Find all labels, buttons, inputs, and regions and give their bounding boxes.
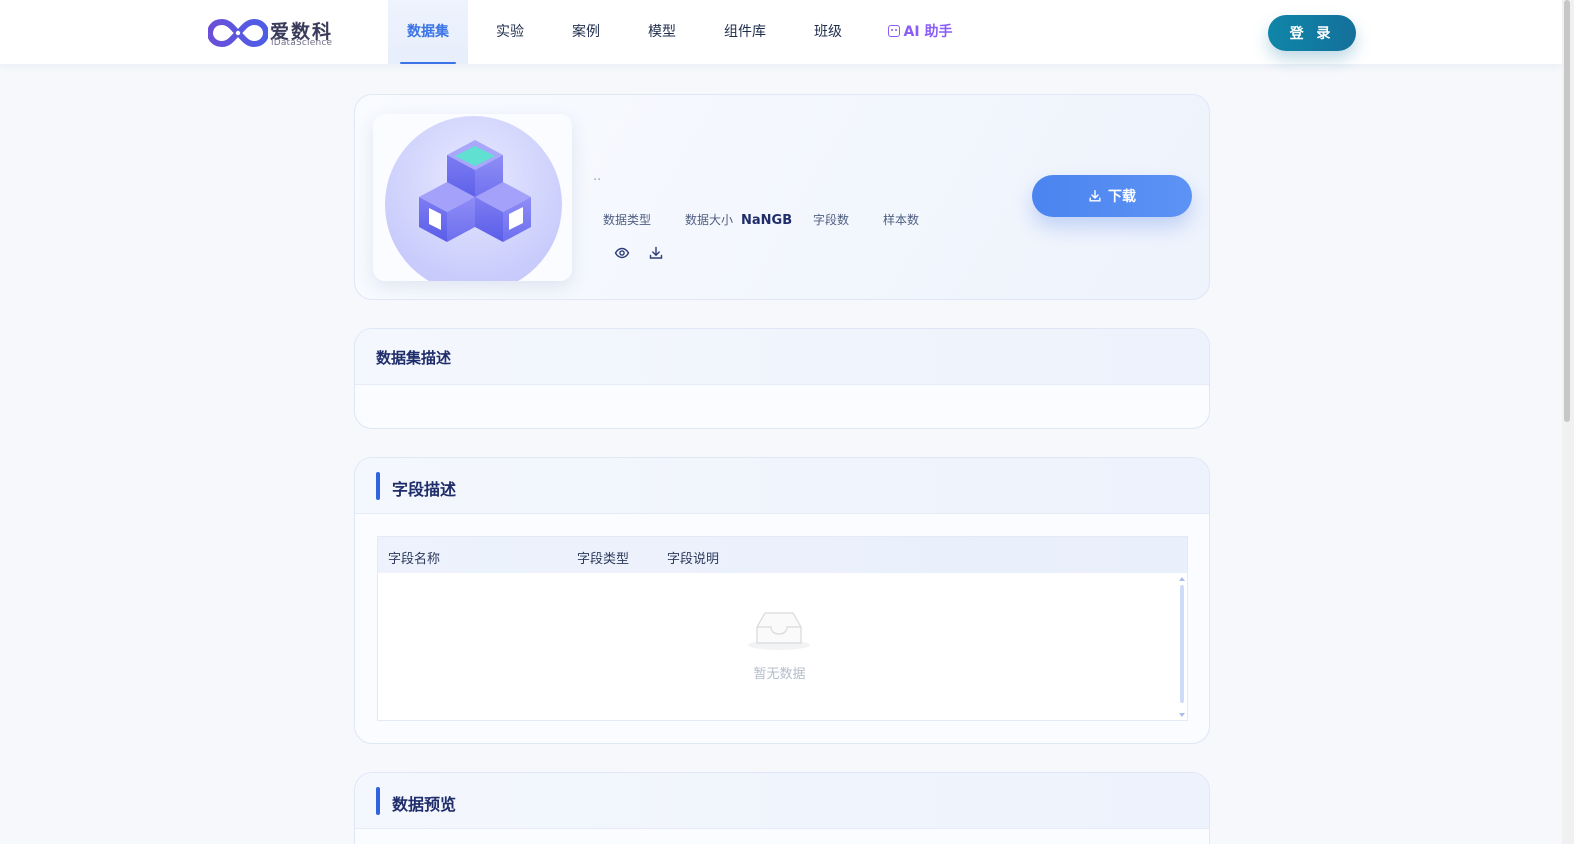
infinity-logo-icon xyxy=(208,18,268,48)
dataset-header-card: ·· 数据类型 数据大小 NaNGB 字段数 样本数 下载 xyxy=(354,94,1210,300)
login-button[interactable]: 登 录 xyxy=(1268,15,1356,51)
empty-text: 暂无数据 xyxy=(753,667,806,682)
scroll-up-arrow-icon[interactable] xyxy=(1179,577,1185,581)
meta-fields-label: 字段数 xyxy=(813,213,850,227)
download-button[interactable]: 下载 xyxy=(1032,175,1192,217)
nav-ai-label: AI 助手 xyxy=(903,24,953,40)
meta-samples: 样本数 xyxy=(883,211,919,228)
dataset-name: ·· xyxy=(593,173,602,188)
empty-inbox-icon xyxy=(748,612,810,650)
meta-size: 数据大小 NaNGB xyxy=(685,211,792,228)
download-button-label: 下载 xyxy=(1108,189,1136,205)
cubes-icon xyxy=(419,140,531,242)
top-navbar: 爱数科 iDataScience 数据集 实验 案例 模型 组件库 班级 AI … xyxy=(0,0,1562,64)
scroll-down-arrow-icon[interactable] xyxy=(1179,713,1185,717)
preview-title: 数据预览 xyxy=(392,795,457,814)
dataset-thumbnail xyxy=(373,114,572,281)
nav-components[interactable]: 组件库 xyxy=(712,0,778,64)
data-preview-card: 数据预览 xyxy=(354,772,1210,844)
col-field-type[interactable]: 字段类型 xyxy=(577,548,629,567)
logo-en-text: iDataScience xyxy=(271,38,333,48)
download-button-icon xyxy=(1089,190,1101,202)
logo[interactable]: 爱数科 iDataScience xyxy=(208,16,338,50)
title-accent-bar xyxy=(376,787,380,815)
fields-title: 字段描述 xyxy=(392,480,457,499)
fields-table: 字段名称 字段类型 字段说明 暂无数据 xyxy=(377,536,1188,721)
title-accent-bar xyxy=(376,472,380,500)
nav-models[interactable]: 模型 xyxy=(636,0,688,64)
col-field-desc[interactable]: 字段说明 xyxy=(667,548,719,567)
nav-datasets[interactable]: 数据集 xyxy=(388,0,468,64)
meta-type: 数据类型 xyxy=(603,211,651,228)
download-icon[interactable] xyxy=(648,245,664,261)
page-scrollbar-thumb[interactable] xyxy=(1564,0,1570,422)
meta-size-label: 数据大小 xyxy=(685,213,734,227)
preview-header: 数据预览 xyxy=(355,773,1209,829)
meta-samples-label: 样本数 xyxy=(883,213,920,227)
meta-type-label: 数据类型 xyxy=(603,213,652,227)
table-scrollbar-thumb[interactable] xyxy=(1180,585,1184,703)
nav-cases[interactable]: 案例 xyxy=(560,0,612,64)
dataset-description-card: 数据集描述 xyxy=(354,328,1210,429)
description-header: 数据集描述 xyxy=(355,329,1209,385)
fields-header: 字段描述 xyxy=(355,458,1209,514)
meta-fields: 字段数 xyxy=(813,211,849,228)
nav-ai-assistant[interactable]: AI 助手 xyxy=(880,0,960,64)
table-header: 字段名称 字段类型 字段说明 xyxy=(378,537,1187,573)
eye-icon[interactable] xyxy=(614,245,630,261)
meta-size-value: NaNGB xyxy=(741,213,793,228)
nav-classes[interactable]: 班级 xyxy=(802,0,854,64)
robot-icon xyxy=(887,25,900,37)
field-description-card: 字段描述 字段名称 字段类型 字段说明 暂无数据 xyxy=(354,457,1210,744)
nav-experiments[interactable]: 实验 xyxy=(484,0,536,64)
description-title: 数据集描述 xyxy=(376,349,452,367)
col-field-name[interactable]: 字段名称 xyxy=(388,548,440,567)
